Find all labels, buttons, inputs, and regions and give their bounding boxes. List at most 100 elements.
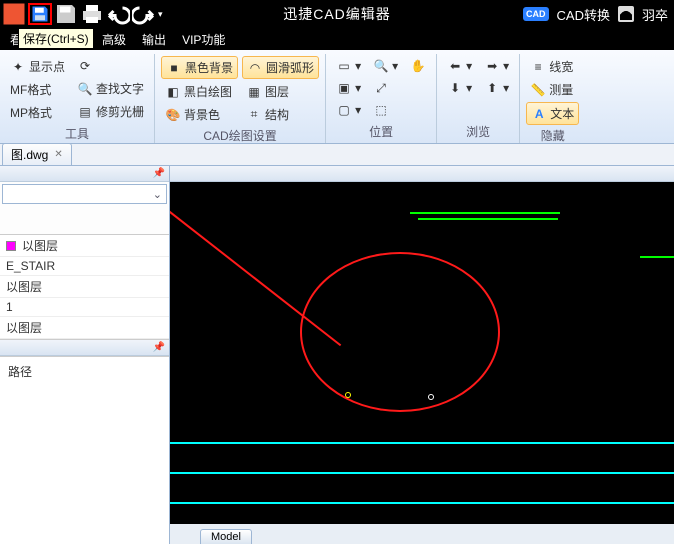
ribbon-group-draw-settings: ■黑色背景 ◧黑白绘图 🎨背景色 ◠圆滑弧形 ▦图层 ⌗结构 CAD绘图设置 xyxy=(155,54,326,143)
pos-btn-3[interactable]: ▢▾ xyxy=(332,100,365,120)
redo-button[interactable] xyxy=(132,3,156,25)
measure-button[interactable]: 📏测量 xyxy=(526,79,579,100)
menu-output[interactable]: 输出 xyxy=(136,29,172,50)
ruler-icon: 📏 xyxy=(530,82,546,98)
tree-root[interactable]: 路径 xyxy=(8,363,161,380)
bw-draw-button[interactable]: ◧黑白绘图 xyxy=(161,81,238,102)
canvas-top-bar xyxy=(170,166,674,182)
cad-line xyxy=(170,442,674,444)
list-item[interactable]: E_STAIR xyxy=(0,257,169,276)
app-menu-button[interactable] xyxy=(2,3,26,25)
pin-icon[interactable]: 📌 xyxy=(153,342,165,353)
undo-button[interactable] xyxy=(106,3,130,25)
pos-btn-2[interactable]: ▣▾ xyxy=(332,78,365,98)
refresh-button[interactable]: ⟳ xyxy=(73,56,148,76)
trim-light-button[interactable]: ▤修剪光栅 xyxy=(73,101,148,122)
find-text-button[interactable]: 🔍查找文字 xyxy=(73,78,148,99)
nav-fwd-button[interactable]: ➡▾ xyxy=(480,56,513,76)
print-icon xyxy=(80,2,104,26)
cad-convert-link[interactable]: CAD转换 xyxy=(557,5,610,24)
rect-fit-icon: ▢ xyxy=(336,102,352,118)
zoom-btn[interactable]: 🔍▾ xyxy=(369,56,402,76)
drawing-canvas[interactable] xyxy=(170,182,674,524)
quick-access-toolbar: ▾ xyxy=(0,3,168,25)
layer-button[interactable]: ▦图层 xyxy=(242,81,319,102)
arc-button[interactable]: ◠圆滑弧形 xyxy=(242,56,319,79)
cad-line xyxy=(418,218,558,220)
anchor-point xyxy=(428,394,434,400)
bw-icon: ◧ xyxy=(165,84,181,100)
pin-icon[interactable]: 📌 xyxy=(153,168,165,179)
viewport-tab-bar: Model xyxy=(170,524,674,544)
list-item[interactable]: 1 xyxy=(0,298,169,317)
list-item[interactable]: 以图层 xyxy=(0,235,169,257)
pos-btn-1[interactable]: ▭▾ xyxy=(332,56,365,76)
black-bg-icon: ■ xyxy=(166,60,182,76)
list-item[interactable]: 以图层 xyxy=(0,276,169,298)
nav-up-button[interactable]: ⬆▾ xyxy=(480,78,513,98)
mp-button[interactable]: MP格式 xyxy=(6,102,69,123)
bg-color-button[interactable]: 🎨背景色 xyxy=(161,104,238,125)
save-button[interactable] xyxy=(28,3,52,25)
arrow-right-icon: ➡ xyxy=(484,58,500,74)
point-icon: ✦ xyxy=(10,59,26,75)
redo-icon xyxy=(132,2,156,26)
group-label-browse: 浏览 xyxy=(466,121,490,143)
side-panel: 📌 ⌄ 以图层 E_STAIR 以图层 1 以图层 📌 路径 xyxy=(0,166,170,544)
group-label-position: 位置 xyxy=(369,121,393,143)
title-right: CAD CAD转换 羽卒 xyxy=(523,5,668,24)
group-label-hidden: 隐藏 xyxy=(541,125,565,147)
cad-line xyxy=(170,502,674,504)
text-button[interactable]: A文本 xyxy=(526,102,579,125)
arrow-left-icon: ⬅ xyxy=(447,58,463,74)
hand-icon: ✋ xyxy=(410,58,426,74)
close-tab-icon[interactable]: ✕ xyxy=(54,149,62,160)
struct-icon: ⌗ xyxy=(246,107,262,123)
pan-btn[interactable]: ✋ xyxy=(406,56,430,76)
text-icon: A xyxy=(531,106,547,122)
viewport-tab-model[interactable]: Model xyxy=(200,529,252,544)
undo-icon xyxy=(106,2,130,26)
show-point-button[interactable]: ✦显示点 xyxy=(6,56,69,77)
print-button[interactable] xyxy=(80,3,104,25)
zoom-fit-icon: ⤢ xyxy=(373,80,389,96)
nav-down-button[interactable]: ⬇▾ xyxy=(443,78,476,98)
zoom-fit-btn[interactable]: ⤢ xyxy=(369,78,402,98)
canvas-area: Model xyxy=(170,166,674,544)
cad-ellipse xyxy=(300,252,500,412)
qat-dropdown[interactable]: ▾ xyxy=(158,9,168,20)
ribbon-group-hidden: ≡线宽 📏测量 A文本 隐藏 xyxy=(520,54,585,143)
group-label-tools: 工具 xyxy=(65,123,89,145)
save-tooltip: 保存(Ctrl+S) xyxy=(18,28,94,49)
rect-sel-icon: ▭ xyxy=(336,58,352,74)
wmf-button[interactable]: MF格式 xyxy=(6,79,69,100)
main-area: 📌 ⌄ 以图层 E_STAIR 以图层 1 以图层 📌 路径 xyxy=(0,166,674,544)
chevron-down-icon: ⌄ xyxy=(153,188,162,201)
zoom-icon: 🔍 xyxy=(373,58,389,74)
group-label-draw: CAD绘图设置 xyxy=(203,125,276,147)
saveas-icon xyxy=(54,2,78,26)
arc-icon: ◠ xyxy=(247,60,263,76)
linewt-icon: ≡ xyxy=(530,59,546,75)
ribbon-group-browse: ⬅▾ ⬇▾ ➡▾ ⬆▾ 浏览 xyxy=(437,54,520,143)
title-bar: ▾ 迅捷CAD编辑器 CAD CAD转换 羽卒 xyxy=(0,0,674,28)
palette-icon: 🎨 xyxy=(165,107,181,123)
user-avatar-icon[interactable] xyxy=(618,6,634,22)
black-bg-button[interactable]: ■黑色背景 xyxy=(161,56,238,79)
ribbon-group-position: ▭▾ ▣▾ ▢▾ 🔍▾ ⤢ ⬚ ✋ 位置 xyxy=(326,54,437,143)
linewt-button[interactable]: ≡线宽 xyxy=(526,56,579,77)
zoom-all-btn[interactable]: ⬚ xyxy=(369,100,402,120)
cad-line xyxy=(170,472,674,474)
user-name[interactable]: 羽卒 xyxy=(642,5,668,24)
document-tab[interactable]: 图.dwg ✕ xyxy=(2,143,72,165)
arrow-down-icon: ⬇ xyxy=(447,80,463,96)
nav-back-button[interactable]: ⬅▾ xyxy=(443,56,476,76)
combo-select[interactable]: ⌄ xyxy=(2,184,167,204)
list-item[interactable]: 以图层 xyxy=(0,317,169,339)
refresh-icon: ⟳ xyxy=(77,58,93,74)
property-list: 以图层 E_STAIR 以图层 1 以图层 xyxy=(0,234,169,340)
menu-vip[interactable]: VIP功能 xyxy=(176,29,231,50)
saveas-button[interactable] xyxy=(54,3,78,25)
menu-advanced[interactable]: 高级 xyxy=(96,29,132,50)
struct-button[interactable]: ⌗结构 xyxy=(242,104,319,125)
